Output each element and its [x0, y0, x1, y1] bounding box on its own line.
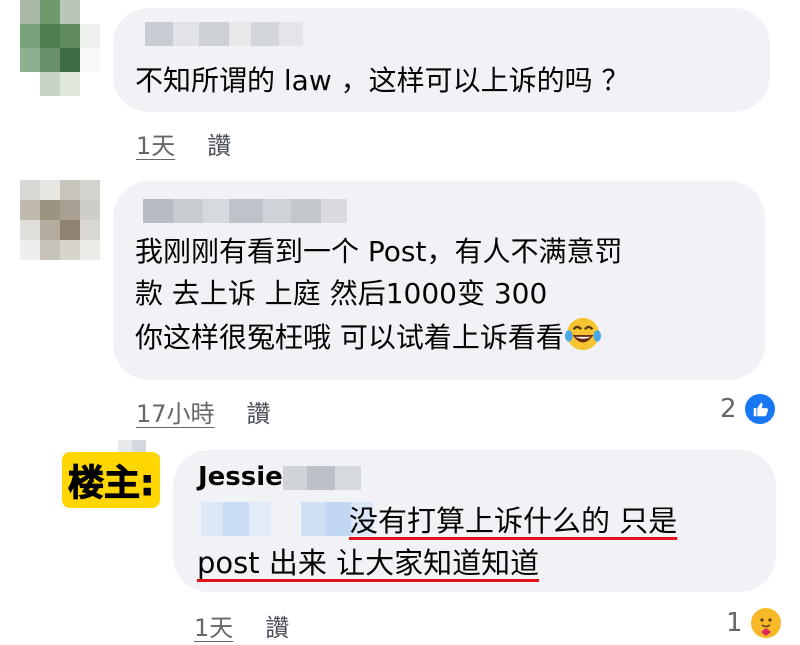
comment-bubble: 不知所谓的 law ，这样可以上诉的吗 ？ — [113, 8, 770, 112]
reaction-summary[interactable]: 1 — [726, 606, 783, 640]
like-button[interactable]: 讚 — [247, 394, 271, 429]
reaction-count: 1 — [726, 608, 743, 638]
care-icon — [748, 606, 783, 640]
blurred-author-name — [283, 466, 361, 490]
author-name[interactable]: Jessie — [198, 462, 283, 492]
laughing-emoji-icon — [564, 317, 601, 351]
avatar[interactable] — [20, 180, 100, 260]
comment-bubble: 我刚刚有看到一个 Post，有人不满意罚 款 去上诉 上庭 然后1000变 30… — [113, 181, 765, 380]
reply-text: 没有打算上诉什么的 只是 post 出来 让大家知道知道 — [197, 504, 678, 580]
like-button[interactable]: 讚 — [265, 608, 289, 643]
avatar[interactable] — [20, 0, 100, 96]
original-poster-tag: 楼主: — [62, 452, 161, 508]
timestamp-link[interactable]: 1天 — [194, 608, 233, 643]
comment-text: 我刚刚有看到一个 Post，有人不满意罚 款 去上诉 上庭 然后1000变 30… — [135, 235, 623, 354]
blurred-author-name — [145, 22, 303, 46]
comment-meta: 17小時 讚 — [136, 394, 271, 429]
reaction-summary[interactable]: 2 — [720, 392, 777, 426]
timestamp-link[interactable]: 1天 — [136, 126, 175, 161]
comment-meta: 1天 讚 — [194, 608, 289, 643]
like-button[interactable]: 讚 — [207, 126, 231, 161]
comment-text: 不知所谓的 law ，这样可以上诉的吗 ？ — [135, 64, 630, 97]
reaction-count: 2 — [720, 394, 737, 424]
like-icon — [742, 392, 777, 426]
timestamp-link[interactable]: 17小時 — [136, 394, 215, 429]
blurred-author-name — [143, 199, 347, 223]
comment-meta: 1天 讚 — [136, 126, 231, 161]
